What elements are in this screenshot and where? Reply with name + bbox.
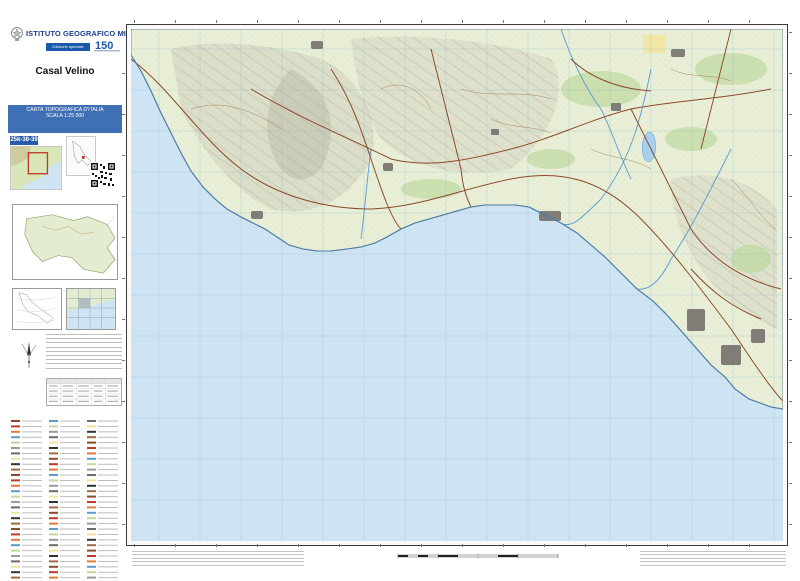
- declination-notes: [46, 334, 122, 370]
- location-index-map: [10, 146, 62, 190]
- copyright-notes: [132, 551, 304, 567]
- overview-map: [12, 204, 118, 280]
- italian-emblem-icon: [11, 27, 23, 41]
- sheet-assembly-index: [66, 288, 116, 330]
- magnetic-declination-map: [12, 288, 62, 330]
- map-frame: [126, 24, 788, 546]
- graphic-scale-bar: [397, 553, 559, 559]
- series-title-box: CARTA TOPOGRAFICA D'ITALIA SCALA 1:25 00…: [8, 105, 122, 133]
- map-legend: [11, 420, 118, 579]
- institute-header: Istituto Geografico Militare Edizione sp…: [8, 22, 153, 52]
- edition-badge: Edizione speciale: [46, 43, 90, 51]
- sheet-title: Casal Velino: [35, 66, 95, 77]
- north-arrow-icon: [21, 342, 37, 368]
- left-tick-scale: [122, 28, 125, 542]
- qr-code-icon[interactable]: [90, 162, 116, 188]
- coordinate-systems-table: [46, 378, 122, 406]
- sheet-code-badge: 25k-38-39: [10, 136, 38, 145]
- right-tick-scale: [789, 28, 792, 542]
- map-sidebar: Istituto Geografico Militare Edizione sp…: [8, 22, 153, 579]
- sheet-notes: [640, 551, 786, 567]
- top-tick-scale: [130, 20, 784, 23]
- igm-150-logo-icon: 150: [94, 40, 120, 52]
- topographic-map[interactable]: [131, 29, 783, 541]
- bottom-tick-scale: [130, 544, 784, 547]
